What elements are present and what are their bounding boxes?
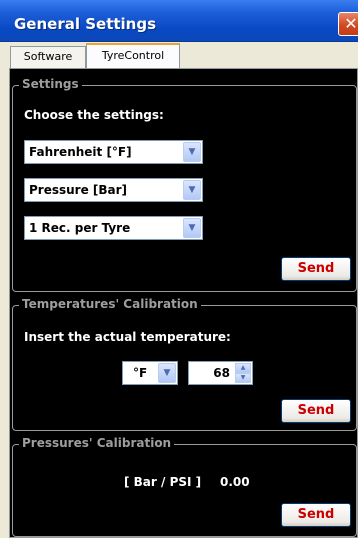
settings-group: Settings Choose the settings: Fahrenheit… [12, 77, 357, 292]
chevron-down-icon[interactable]: ▼ [183, 218, 201, 238]
temperature-unit-value: Fahrenheit [°F] [29, 145, 132, 159]
temperature-stepper[interactable]: 68 ▲ ▼ [188, 361, 253, 385]
pressure-calibration-legend: Pressures' Calibration [19, 436, 175, 450]
record-mode-value: 1 Rec. per Tyre [29, 221, 131, 235]
temperature-calibration-group: Temperatures' Calibration Insert the act… [12, 297, 357, 431]
window-titlebar: General Settings ✕ [0, 0, 358, 42]
temperature-prompt: Insert the actual temperature: [24, 330, 231, 344]
tab-tyrecontrol[interactable]: TyreControl [86, 43, 180, 70]
close-icon: ✕ [344, 14, 358, 33]
close-button[interactable]: ✕ [338, 12, 358, 36]
pressure-unit-select[interactable]: Pressure [Bar] ▼ [24, 178, 203, 202]
pressure-calibration-group: Pressures' Calibration [ Bar / PSI ] 0.0… [12, 436, 357, 537]
tab-strip: Software TyreControl [0, 42, 358, 70]
spinner-buttons: ▲ ▼ [235, 363, 251, 383]
temperature-calibration-legend: Temperatures' Calibration [19, 297, 201, 311]
spinner-up-icon[interactable]: ▲ [235, 363, 251, 373]
tab-software[interactable]: Software [10, 46, 86, 69]
pressure-unit-label: [ Bar / PSI ] [124, 475, 202, 489]
calibration-unit-select[interactable]: °F ▼ [122, 361, 178, 385]
temperature-send-button[interactable]: Send [281, 399, 351, 423]
pressure-send-button[interactable]: Send [281, 503, 351, 527]
window-title: General Settings [14, 15, 157, 33]
record-mode-select[interactable]: 1 Rec. per Tyre ▼ [24, 216, 203, 240]
pressure-value: 0.00 [220, 475, 250, 489]
pressure-unit-value: Pressure [Bar] [29, 183, 128, 197]
chevron-down-icon[interactable]: ▼ [158, 363, 176, 383]
temperature-value: 68 [213, 366, 230, 380]
settings-legend: Settings [19, 77, 82, 91]
settings-send-button[interactable]: Send [281, 257, 351, 281]
chevron-down-icon[interactable]: ▼ [183, 142, 201, 162]
calibration-unit-value: °F [133, 366, 148, 380]
spinner-down-icon[interactable]: ▼ [235, 373, 251, 383]
tyrecontrol-panel: Settings Choose the settings: Fahrenheit… [9, 68, 358, 538]
settings-prompt: Choose the settings: [24, 108, 164, 122]
temperature-unit-select[interactable]: Fahrenheit [°F] ▼ [24, 140, 203, 164]
chevron-down-icon[interactable]: ▼ [183, 180, 201, 200]
